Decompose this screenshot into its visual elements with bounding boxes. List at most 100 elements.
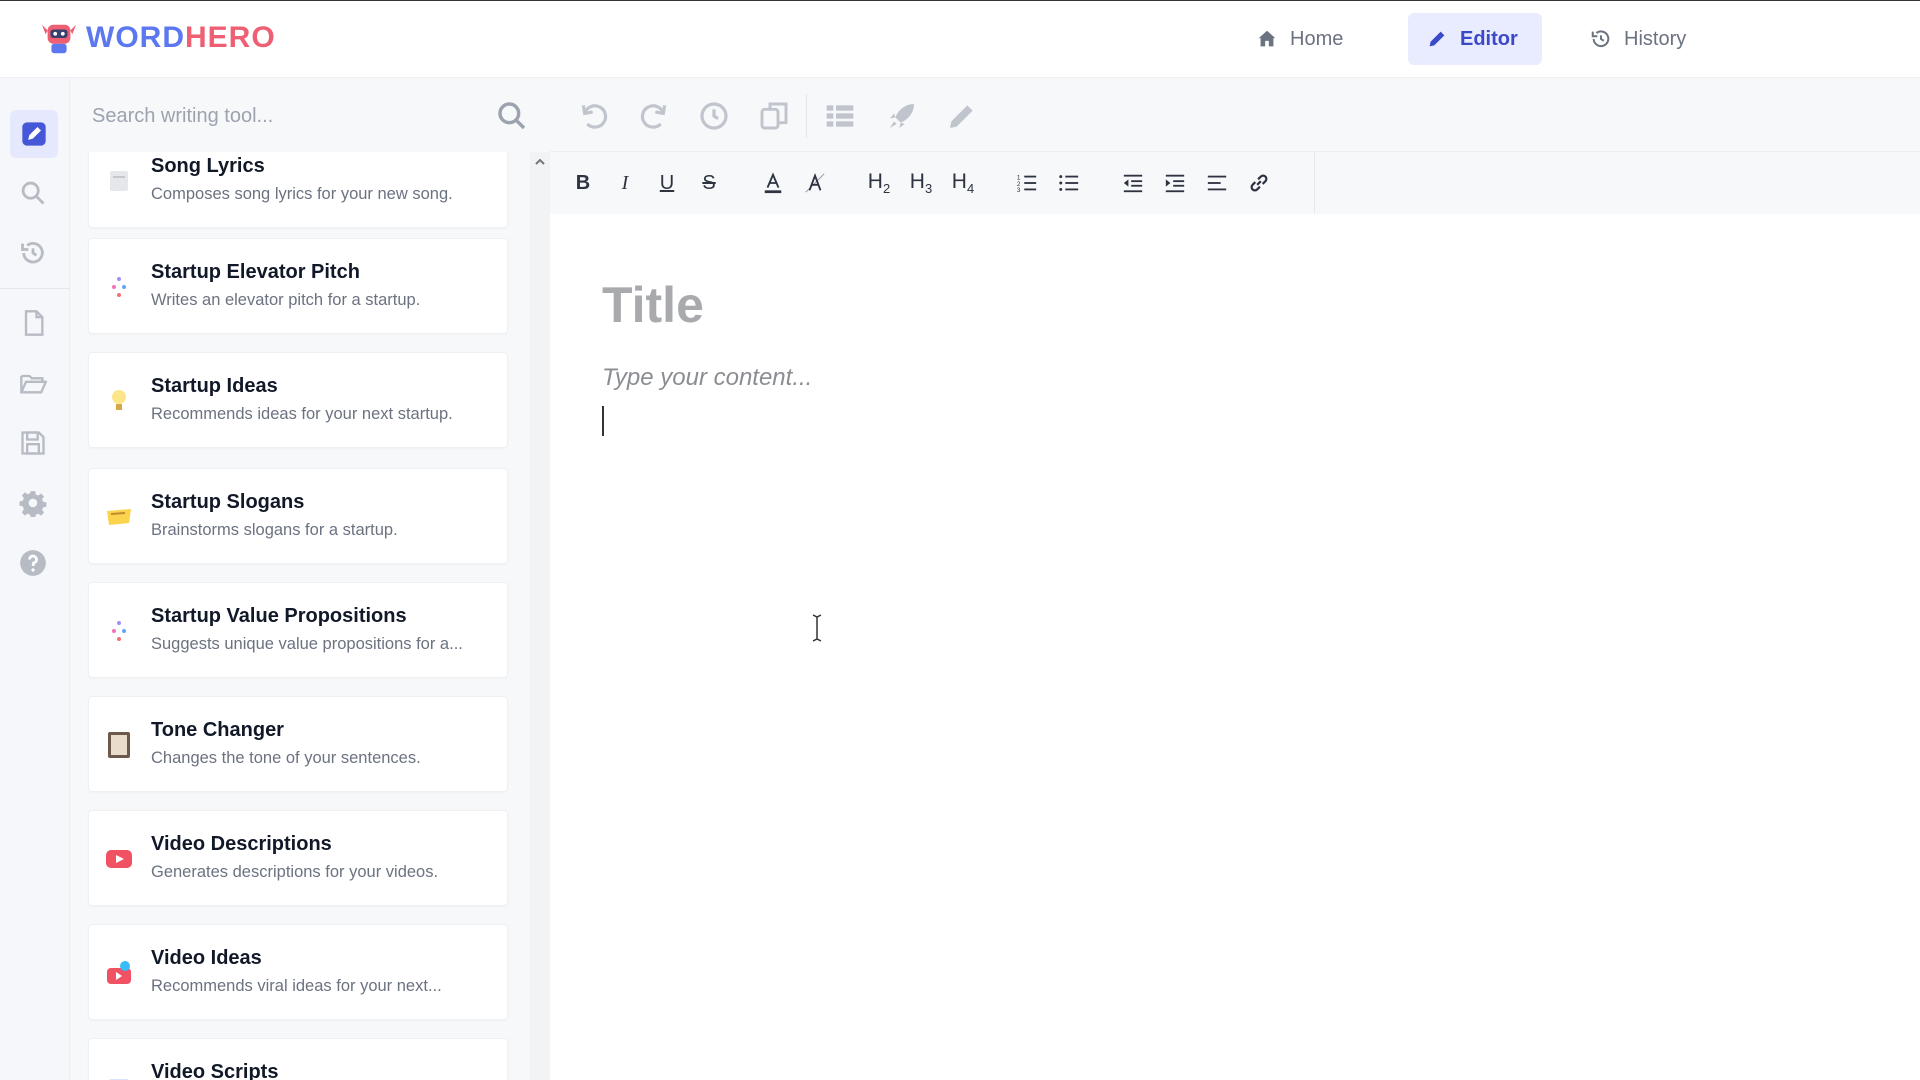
tool-panel: Song Lyrics Composes song lyrics for you… bbox=[70, 78, 550, 1080]
tool-desc: Brainstorms slogans for a startup. bbox=[151, 521, 398, 539]
nav-home[interactable]: Home bbox=[1238, 13, 1361, 65]
bullet-list-icon bbox=[1059, 175, 1079, 191]
ordered-list-icon: 123 bbox=[1017, 174, 1037, 194]
underline-button[interactable]: U bbox=[650, 166, 684, 200]
align-button[interactable] bbox=[1200, 166, 1234, 200]
banner-icon bbox=[105, 503, 133, 531]
svg-text:3: 3 bbox=[1017, 187, 1021, 194]
indent-icon bbox=[1165, 174, 1185, 193]
copy-button[interactable] bbox=[756, 98, 792, 134]
indent-button[interactable] bbox=[1158, 166, 1192, 200]
heading-2-icon: H2 bbox=[867, 169, 891, 197]
tool-card-startup-value-propositions[interactable]: Startup Value Propositions Suggests uniq… bbox=[88, 582, 508, 678]
copy-icon bbox=[760, 102, 788, 130]
lightbulb-icon bbox=[105, 387, 133, 415]
search-icon bbox=[21, 181, 45, 205]
edit-icon bbox=[22, 122, 46, 146]
tool-desc: Writes an elevator pitch for a startup. bbox=[151, 291, 421, 309]
document-content[interactable]: Type your content... bbox=[602, 364, 812, 392]
gear-icon bbox=[19, 491, 47, 517]
tool-title: Startup Value Propositions bbox=[151, 605, 407, 627]
history-clock-button[interactable] bbox=[696, 98, 732, 134]
align-left-icon bbox=[1207, 175, 1227, 191]
tool-card-tone-changer[interactable]: Tone Changer Changes the tone of your se… bbox=[88, 696, 508, 792]
search-icon[interactable] bbox=[496, 100, 528, 132]
action-toolbar bbox=[550, 78, 1920, 152]
tool-card-song-lyrics[interactable]: Song Lyrics Composes song lyrics for you… bbox=[88, 152, 508, 228]
bullet-list-button[interactable] bbox=[1052, 166, 1086, 200]
history-icon bbox=[21, 242, 44, 264]
font-color-button[interactable] bbox=[756, 166, 790, 200]
rail-open-folder-button[interactable] bbox=[14, 364, 52, 402]
redo-button[interactable] bbox=[636, 98, 672, 134]
rail-history-button[interactable] bbox=[14, 234, 52, 272]
redo-icon bbox=[640, 104, 667, 129]
tool-card-video-descriptions[interactable]: Video Descriptions Generates description… bbox=[88, 810, 508, 906]
text-caret bbox=[602, 406, 604, 436]
text-cursor-icon bbox=[812, 614, 822, 642]
music-sheet-icon bbox=[105, 167, 133, 195]
undo-button[interactable] bbox=[576, 98, 612, 134]
outdent-icon bbox=[1123, 174, 1143, 193]
tool-desc: Suggests unique value propositions for a… bbox=[151, 635, 463, 653]
scroll-up-icon[interactable] bbox=[534, 156, 546, 168]
ordered-list-button[interactable]: 123 bbox=[1010, 166, 1044, 200]
script-icon bbox=[105, 1073, 133, 1080]
tool-title: Tone Changer bbox=[151, 719, 284, 741]
heading-2-button[interactable]: H2 bbox=[862, 166, 896, 200]
outdent-button[interactable] bbox=[1116, 166, 1150, 200]
format-toolbar: B I U S H2 H3 H4 123 bbox=[550, 152, 1920, 214]
launch-button[interactable] bbox=[884, 98, 920, 134]
heading-3-icon: H3 bbox=[909, 169, 933, 197]
rail-help-button[interactable] bbox=[14, 544, 52, 582]
nav-home-label: Home bbox=[1290, 27, 1344, 50]
link-button[interactable] bbox=[1242, 166, 1276, 200]
tool-title: Startup Ideas bbox=[151, 375, 278, 397]
youtube-icon bbox=[105, 845, 133, 873]
pencil-icon bbox=[1429, 31, 1445, 47]
tool-card-startup-ideas[interactable]: Startup Ideas Recommends ideas for your … bbox=[88, 352, 508, 448]
italic-button[interactable]: I bbox=[608, 166, 642, 200]
heading-3-button[interactable]: H3 bbox=[904, 166, 938, 200]
tool-title: Song Lyrics bbox=[151, 155, 265, 177]
search-input[interactable] bbox=[92, 96, 482, 136]
icon-rail bbox=[0, 78, 70, 1080]
tool-card-video-ideas[interactable]: Video Ideas Recommends viral ideas for y… bbox=[88, 924, 508, 1020]
rail-settings-button[interactable] bbox=[14, 484, 52, 522]
history-icon bbox=[1591, 30, 1610, 48]
home-icon bbox=[1258, 30, 1276, 47]
tool-list-scrollbar[interactable] bbox=[530, 152, 550, 1080]
document-icon bbox=[24, 310, 44, 336]
rail-save-button[interactable] bbox=[14, 424, 52, 462]
nav-editor[interactable]: Editor bbox=[1408, 13, 1542, 65]
logo[interactable]: WORDHERO bbox=[40, 19, 276, 57]
toolbar-divider bbox=[1314, 152, 1315, 214]
tool-card-startup-elevator-pitch[interactable]: Startup Elevator Pitch Writes an elevato… bbox=[88, 238, 508, 334]
tool-title: Video Scripts bbox=[151, 1061, 279, 1080]
nav-history-label: History bbox=[1624, 27, 1687, 50]
tool-card-video-scripts[interactable]: Video Scripts bbox=[88, 1038, 508, 1080]
document-editor[interactable]: Title Type your content... bbox=[550, 214, 1920, 1080]
sparkle-icon bbox=[105, 617, 133, 645]
nav-history[interactable]: History bbox=[1572, 13, 1704, 65]
toolbar-separator bbox=[806, 94, 807, 138]
rail-editor-button[interactable] bbox=[10, 110, 58, 158]
tool-list: Song Lyrics Composes song lyrics for you… bbox=[70, 152, 530, 1080]
highlight-button[interactable] bbox=[798, 166, 832, 200]
list-view-button[interactable] bbox=[822, 98, 858, 134]
top-navbar: WORDHERO Home Editor History bbox=[0, 0, 1920, 78]
nav-editor-label: Editor bbox=[1460, 27, 1518, 50]
strikethrough-button[interactable]: S bbox=[692, 166, 726, 200]
rail-new-document-button[interactable] bbox=[14, 304, 52, 342]
underline-icon: U bbox=[659, 171, 675, 194]
write-button[interactable] bbox=[944, 98, 980, 134]
folder-open-icon bbox=[20, 374, 47, 394]
document-title[interactable]: Title bbox=[602, 276, 704, 334]
tool-card-startup-slogans[interactable]: Startup Slogans Brainstorms slogans for … bbox=[88, 468, 508, 564]
rail-search-button[interactable] bbox=[14, 174, 52, 212]
heading-4-button[interactable]: H4 bbox=[946, 166, 980, 200]
bold-button[interactable]: B bbox=[566, 166, 600, 200]
sparkle-icon bbox=[105, 273, 133, 301]
clock-icon bbox=[700, 102, 728, 130]
tool-desc: Generates descriptions for your videos. bbox=[151, 863, 439, 881]
